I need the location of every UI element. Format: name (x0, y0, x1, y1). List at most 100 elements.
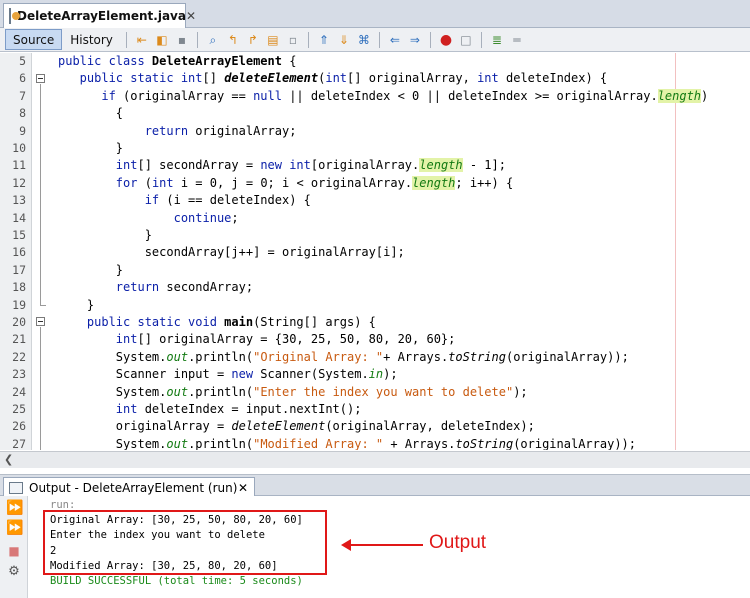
code-token: secondArray[j++] = originalArray[i]; (58, 245, 405, 260)
code-line[interactable]: 24 System.out.println("Enter the index y… (0, 384, 750, 401)
code-token: public static int (58, 71, 203, 86)
code-line[interactable]: 17 } (0, 262, 750, 279)
code-line[interactable]: 26 originalArray = deleteElement(origina… (0, 418, 750, 435)
code-line[interactable]: 7 if (originalArray == null || deleteInd… (0, 88, 750, 105)
stop-icon[interactable]: ■ (6, 543, 22, 559)
shift-right-icon[interactable]: ⇒ (407, 32, 423, 48)
line-number: 7 (19, 88, 26, 103)
stop-macro-icon[interactable]: □ (458, 32, 474, 48)
fold-toggle-icon[interactable] (36, 317, 45, 326)
horizontal-scrollbar[interactable]: ❮ (0, 451, 750, 468)
code-token: in (368, 367, 384, 382)
code-line[interactable]: 23 Scanner input = new Scanner(System.in… (0, 366, 750, 383)
code-token: deleteElement (231, 419, 326, 434)
code-text: return originalArray; (58, 123, 297, 140)
code-line[interactable]: 21 int[] originalArray = {30, 25, 50, 80… (0, 331, 750, 348)
toolbar-separator (196, 31, 198, 48)
code-line[interactable]: 27 System.out.println("Modified Array: "… (0, 436, 750, 450)
code-line[interactable]: 13 if (i == deleteIndex) { (0, 192, 750, 209)
code-text: public static void main(String[] args) { (58, 314, 376, 331)
record-macro-icon[interactable]: ● (438, 32, 454, 48)
next-bookmark-icon[interactable]: ⇓ (336, 32, 352, 48)
code-token: for (58, 175, 138, 190)
editor-tab[interactable]: DeleteArrayElement.java ✕ (3, 3, 196, 28)
code-line[interactable]: 11 int[] secondArray = new int[originalA… (0, 157, 750, 174)
code-token: System. (58, 436, 167, 450)
code-line[interactable]: 18 return secondArray; (0, 279, 750, 296)
code-line[interactable]: 10 } (0, 140, 750, 157)
code-line[interactable]: 14 continue; (0, 210, 750, 227)
code-token: [] originalArray = {30, 25, 50, 80, 20, … (137, 332, 456, 347)
toolbar-separator (429, 31, 431, 48)
forward-icon[interactable]: ▪ (174, 32, 190, 48)
code-text: int deleteIndex = input.nextInt(); (58, 401, 362, 418)
code-token: if (58, 193, 160, 208)
code-text: public class DeleteArrayElement { (58, 53, 296, 70)
code-line[interactable]: 5 public class DeleteArrayElement { (0, 53, 750, 70)
scroll-left-icon[interactable]: ❮ (4, 452, 13, 468)
rerun-icon[interactable]: ⏩ (6, 500, 23, 516)
code-line[interactable]: 6 public static int[] deleteElement(int[… (0, 70, 750, 87)
close-icon[interactable]: ✕ (238, 481, 248, 495)
previous-bookmark-icon[interactable]: ⇑ (316, 32, 332, 48)
code-line[interactable]: 8 { (0, 105, 750, 122)
code-token: ; (231, 210, 239, 225)
code-text: System.out.println("Enter the index you … (58, 384, 528, 401)
uncomment-icon[interactable]: ═ (509, 32, 525, 48)
code-editor[interactable]: 5 public class DeleteArrayElement {6 publ… (0, 53, 750, 450)
code-token: - 1]; (462, 158, 506, 173)
line-number: 11 (12, 158, 26, 173)
settings-icon[interactable]: ⚙ (6, 564, 22, 580)
close-icon[interactable]: ✕ (186, 9, 196, 23)
code-line[interactable]: 25 int deleteIndex = input.nextInt(); (0, 401, 750, 418)
line-number: 26 (12, 419, 26, 434)
find-previous-icon[interactable]: ↰ (225, 32, 241, 48)
toolbar-separator (378, 31, 380, 48)
code-token: } (58, 141, 124, 155)
line-number: 19 (12, 297, 26, 312)
line-number: 15 (12, 228, 26, 242)
last-edit-icon[interactable]: ⇤ (134, 32, 150, 48)
find-selection-icon[interactable]: ▤ (265, 32, 281, 48)
code-line[interactable]: 16 secondArray[j++] = originalArray[i]; (0, 244, 750, 261)
output-tab[interactable]: Output - DeleteArrayElement (run) ✕ (3, 477, 255, 497)
code-token: public static void (58, 315, 225, 329)
history-button[interactable]: History (62, 29, 121, 50)
code-line[interactable]: 20 public static void main(String[] args… (0, 314, 750, 331)
output-tab-title: Output - DeleteArrayElement (run) (29, 480, 238, 495)
source-button[interactable]: Source (5, 29, 63, 50)
editor-tab-title: DeleteArrayElement.java (17, 9, 186, 23)
code-line[interactable]: 9 return originalArray; (0, 123, 750, 140)
code-text: originalArray = deleteElement(originalAr… (58, 418, 535, 435)
find-icon[interactable]: ⌕ (205, 32, 221, 48)
code-token: } (58, 262, 124, 277)
code-token: deleteIndex) { (498, 71, 608, 86)
code-line[interactable]: 22 System.out.println("Original Array: "… (0, 349, 750, 366)
toggle-bookmark-icon[interactable]: ⌘ (356, 32, 372, 48)
output-window-icon (9, 481, 23, 494)
code-token: return (58, 123, 189, 138)
rerun-with-params-icon[interactable]: ⏩ (6, 520, 23, 536)
code-token: ); (513, 384, 528, 399)
code-token: [originalArray. (310, 158, 420, 173)
back-icon[interactable]: ◧ (154, 32, 170, 48)
code-token: ( (137, 175, 152, 190)
code-token: originalArray; (188, 123, 297, 138)
shift-left-icon[interactable]: ⇐ (387, 32, 403, 48)
toggle-highlight-icon[interactable]: ▫ (285, 32, 301, 48)
line-number: 12 (12, 175, 26, 190)
editor-tab-bar: DeleteArrayElement.java ✕ (0, 0, 750, 28)
code-line[interactable]: 15 } (0, 227, 750, 244)
code-line[interactable]: 12 for (int i = 0, j = 0; i < originalAr… (0, 175, 750, 192)
find-next-icon[interactable]: ↱ (245, 32, 261, 48)
code-token: int (325, 71, 348, 86)
code-token: length (419, 158, 463, 173)
code-text: System.out.println("Modified Array: " + … (58, 436, 636, 450)
code-line[interactable]: 19 } (0, 297, 750, 314)
comment-icon[interactable]: ≣ (489, 32, 505, 48)
callout-label: Output (429, 532, 487, 553)
code-token: [] secondArray = (137, 158, 261, 173)
fold-toggle-icon[interactable] (36, 74, 45, 83)
line-number: 25 (12, 402, 26, 416)
code-token: || deleteIndex < 0 || deleteIndex >= ori… (281, 88, 658, 103)
